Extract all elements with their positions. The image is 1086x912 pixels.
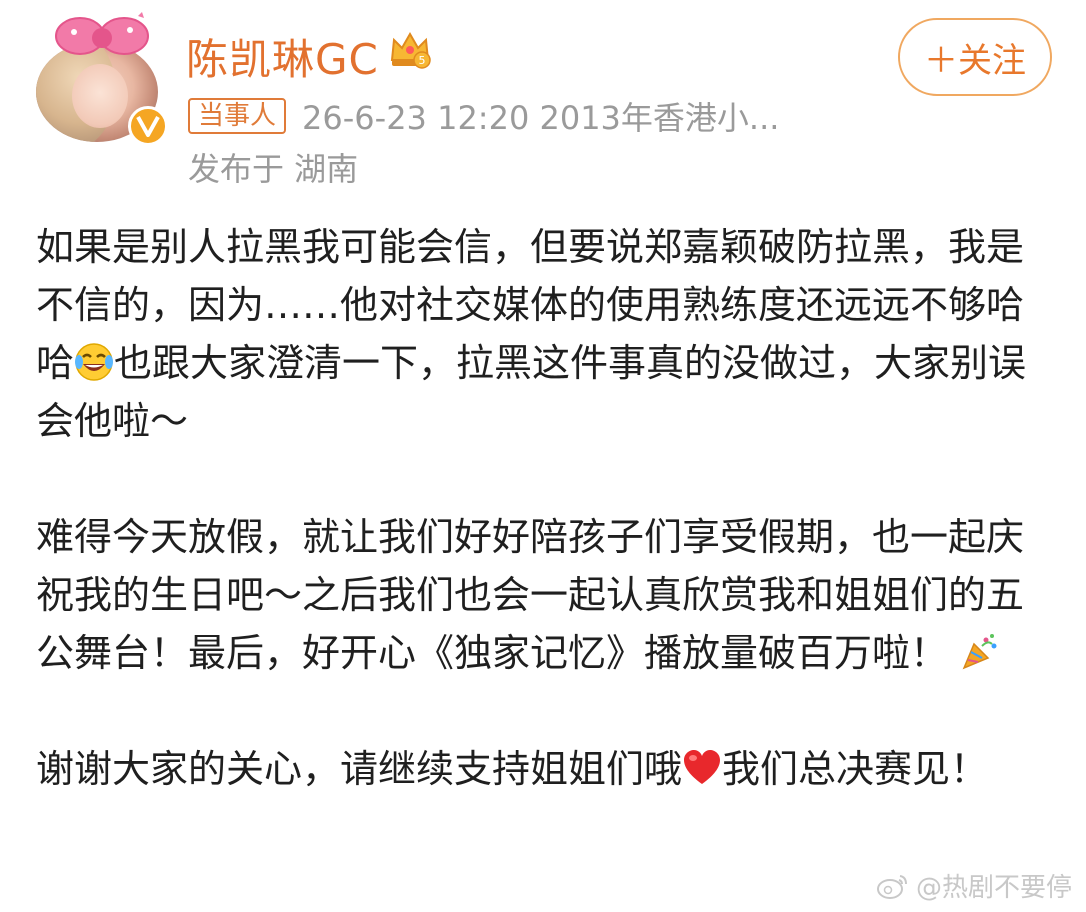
involved-party-tag: 当事人 [188, 98, 287, 134]
weibo-logo-icon [876, 874, 907, 899]
post-meta: 当事人 26-6-23 12:20 2013年香港小... [188, 96, 780, 137]
post-body: 如果是别人拉黑我可能会信，但要说郑嘉颖破防拉黑，我是不信的，因为……他对社交媒体… [36, 218, 1056, 856]
post-text: 也跟大家澄清一下，拉黑这件事真的没做过，大家别误会他啦～ [36, 341, 1027, 443]
post-paragraph: 如果是别人拉黑我可能会信，但要说郑嘉颖破防拉黑，我是不信的，因为……他对社交媒体… [36, 218, 1056, 450]
post-text: 我们总决赛见！ [722, 747, 989, 791]
avatar[interactable] [36, 10, 168, 146]
bow-icon [55, 12, 149, 55]
party-popper-icon [962, 634, 997, 670]
watermark: @热剧不要停 [876, 867, 1072, 904]
watermark-text: @热剧不要停 [915, 873, 1072, 903]
laughing-crying-emoji-icon [75, 343, 114, 381]
post-location: 发布于 湖南 [188, 150, 359, 188]
post-text: 谢谢大家的关心，请继续支持姐姐们哦 [36, 747, 683, 791]
author-name[interactable]: 陈凯琳GC [186, 26, 379, 87]
post-text: 难得今天放假，就让我们好好陪孩子们享受假期，也一起庆祝我的生日吧～之后我们也会一… [36, 515, 1025, 675]
crown-level-icon: 5 [390, 31, 431, 69]
timestamp-source: 26-6-23 12:20 2013年香港小... [302, 99, 780, 137]
follow-button[interactable]: ＋关注 [898, 18, 1052, 96]
post-paragraph: 难得今天放假，就让我们好好陪孩子们享受假期，也一起庆祝我的生日吧～之后我们也会一… [36, 508, 1056, 682]
post-paragraph: 谢谢大家的关心，请继续支持姐姐们哦 我们总决赛见！ [36, 740, 1056, 798]
weibo-post: 陈凯琳GC 5 ＋关注 当事人 26-6-23 12:20 2013年香港小..… [0, 0, 1086, 912]
svg-text:5: 5 [419, 54, 426, 67]
red-heart-icon [684, 750, 721, 784]
verified-badge-icon [128, 106, 168, 146]
